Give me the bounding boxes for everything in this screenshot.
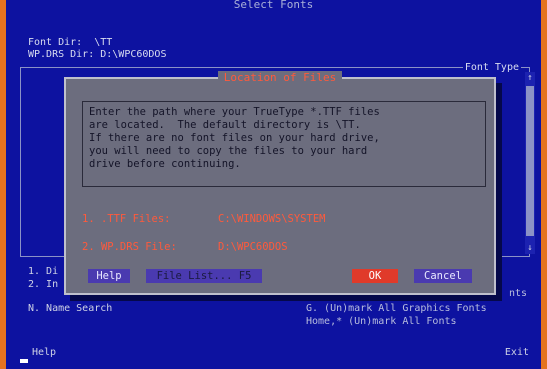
ttf-files-path[interactable]: C:\WINDOWS\SYSTEM — [218, 213, 325, 226]
name-search-option[interactable]: N. Name Search — [28, 302, 112, 315]
ttf-files-label: 1. .TTF Files: — [82, 213, 171, 225]
scroll-up-arrow-icon[interactable]: ↑ — [525, 72, 535, 84]
option-line-2[interactable]: 2. In — [28, 278, 58, 291]
wp-drs-dir-label: WP.DRS Dir: D:\WPC60DOS — [28, 49, 167, 60]
cancel-button[interactable]: Cancel — [414, 269, 472, 283]
instruction-line: If there are no font files on your hard … — [89, 132, 380, 144]
dialog-title: Location of Files — [66, 71, 494, 85]
unmark-all-fonts-option[interactable]: Home,* (Un)mark All Fonts — [306, 315, 457, 328]
instruction-line: are located. The default directory is \T… — [89, 119, 361, 131]
wp-drs-file-label: 2. WP.DRS File: — [82, 241, 177, 253]
status-help[interactable]: Help — [32, 346, 56, 359]
window-title: Select Fonts — [233, 0, 314, 11]
location-of-files-dialog: Location of Files Enter the path where y… — [64, 71, 496, 295]
file-list-button[interactable]: File List... F5 — [146, 269, 262, 283]
ok-button[interactable]: OK — [352, 269, 398, 283]
option-line-1[interactable]: 1. Di — [28, 265, 58, 278]
instruction-line: you will need to copy the files to your … — [89, 145, 368, 157]
wp-drs-file-path[interactable]: D:\WPC60DOS — [218, 241, 288, 254]
option-right-1: nts — [509, 288, 528, 299]
text-cursor — [20, 359, 28, 363]
unmark-graphics-fonts-option[interactable]: G. (Un)mark All Graphics Fonts — [306, 302, 487, 315]
scroll-thumb[interactable] — [526, 86, 534, 236]
help-button[interactable]: Help — [88, 269, 130, 283]
instruction-line: Enter the path where your TrueType *.TTF… — [89, 106, 380, 118]
scrollbar[interactable]: ↑ ↓ — [525, 72, 535, 254]
status-bar: Help Exit — [6, 346, 541, 362]
dos-screen: Select Fonts Font Dir: \TT WP.DRS Dir: D… — [6, 0, 541, 369]
status-exit[interactable]: Exit — [505, 346, 529, 359]
scroll-down-arrow-icon[interactable]: ↓ — [525, 242, 535, 254]
instructions-box: Enter the path where your TrueType *.TTF… — [82, 101, 486, 187]
instruction-line: drive before continuing. — [89, 158, 241, 170]
